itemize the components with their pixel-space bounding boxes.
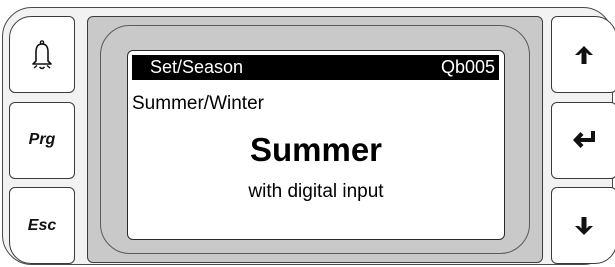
screen-header-bar: Set/Season Qb005 [132, 55, 499, 80]
up-button[interactable] [551, 16, 615, 93]
parameter-value: Summer [249, 131, 383, 168]
enter-button[interactable] [551, 101, 615, 179]
parameter-label: Summer/Winter [132, 93, 264, 114]
alarm-button[interactable] [9, 16, 75, 93]
arrow-down-icon [575, 216, 593, 235]
lcd-screen: Set/Season Qb005 Summer/Winter Summer wi… [127, 50, 505, 240]
bell-alarm-icon [32, 39, 52, 69]
right-key-column [551, 16, 615, 264]
down-button[interactable] [551, 187, 615, 264]
prg-button-label: Prg [28, 131, 56, 148]
screen-mask-code: Qb005 [440, 57, 495, 77]
prg-button[interactable]: Prg [9, 101, 75, 179]
esc-button[interactable]: Esc [9, 187, 75, 264]
esc-button-label: Esc [27, 216, 57, 234]
left-key-column: Prg Esc [9, 16, 75, 264]
parameter-note: with digital input [248, 181, 384, 202]
arrow-up-icon [575, 45, 593, 64]
screen-menu-path: Set/Season [150, 57, 244, 77]
enter-return-icon [573, 131, 595, 148]
